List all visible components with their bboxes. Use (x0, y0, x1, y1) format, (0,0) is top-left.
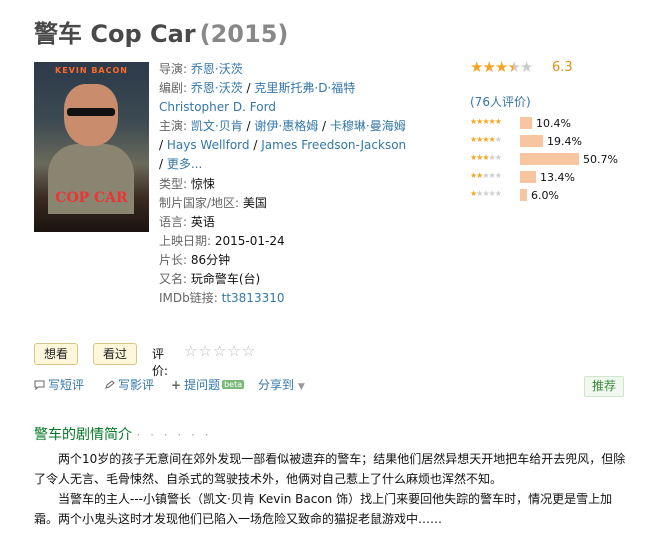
country-row: 制片国家/地区: 美国 (159, 194, 409, 213)
release-value: 2015-01-24 (214, 233, 285, 248)
release-row: 上映日期: 2015-01-24 (159, 232, 409, 251)
rating-bar (520, 117, 532, 129)
write-review-link[interactable]: 写影评 (104, 376, 154, 393)
star-icon: ★ (470, 58, 483, 76)
runtime-row: 片长: 86分钟 (159, 251, 409, 270)
chevron-down-icon: ▼ (297, 382, 305, 392)
rating-row-stars: ★★★★★ (470, 135, 502, 144)
language-value: 英语 (190, 214, 215, 229)
share-dropdown[interactable]: 分享到 ▼ (258, 376, 305, 393)
genre-row: 类型: 惊悚 (159, 175, 409, 194)
cast-link-5[interactable]: James Freedson-Jackson (261, 138, 406, 152)
star-icon: ★ (494, 58, 508, 76)
votes-link[interactable]: (76人评价) (470, 95, 531, 109)
movie-title: 警车 Cop Car (34, 20, 196, 48)
cast-more-link[interactable]: 更多... (167, 157, 202, 171)
director-row: 导演: 乔恩·沃茨 (159, 60, 409, 79)
rate-label: 评价: (152, 347, 169, 378)
rating-row-stars: ★★★★★ (470, 153, 502, 162)
cast-link-4[interactable]: Hays Wellford (167, 138, 250, 152)
writer-link-2[interactable]: 克里斯托弗·D·福特 Christopher D. Ford (159, 81, 355, 114)
recommend-button[interactable]: 推荐 (584, 376, 624, 397)
comment-icon (34, 380, 45, 390)
poster-actor-text: KEVIN BACON (55, 66, 128, 75)
rating-row: ★★★★★ 13.4% (470, 171, 640, 185)
rating-row: ★★★★★ 6.0% (470, 189, 640, 203)
imdb-link[interactable]: tt3813310 (222, 291, 285, 305)
aka-row: 又名: 玩命警车(台) (159, 270, 409, 289)
summary-title: 警车的剧情简介 (34, 427, 132, 443)
rating-stars: ★★★★★ (470, 58, 533, 76)
write-short-review-label: 写短评 (48, 378, 85, 392)
writer-label: 编剧: (159, 81, 188, 96)
poster-title-text: COP CAR (55, 190, 128, 206)
rate-stars-input[interactable]: ☆☆☆☆☆ (184, 342, 256, 360)
empty-star-icon: ★ (519, 58, 533, 76)
genre-label: 类型: (159, 176, 188, 191)
rating-percent: 6.0% (531, 189, 559, 202)
movie-poster[interactable]: KEVIN BACON COP CAR (34, 62, 149, 232)
director-label: 导演: (159, 62, 188, 76)
rating-row: ★★★★★ 50.7% (470, 153, 640, 167)
pencil-icon (105, 380, 115, 389)
want-to-watch-button[interactable]: 想看 (34, 343, 79, 365)
movie-year: (2015) (199, 20, 289, 48)
release-label: 上映日期: (159, 233, 212, 248)
rating-votes[interactable]: (76人评价) (470, 93, 531, 110)
runtime-label: 片长: (159, 252, 188, 267)
summary-paragraph-1: 两个10岁的孩子无意间在郊外发现一部看似被遗弃的警车；结果他们居然异想天开地把车… (34, 452, 626, 486)
rating-percent: 19.4% (547, 135, 582, 148)
rating-row: ★★★★★ 19.4% (470, 135, 640, 149)
language-label: 语言: (159, 214, 188, 229)
rating-row-stars: ★★★★★ (470, 189, 502, 198)
country-label: 制片国家/地区: (159, 195, 240, 210)
plus-icon: + (171, 378, 182, 392)
half-star-icon: ★ (507, 58, 520, 76)
summary-paragraph-2: 当警车的主人---小镇警长（凯文·贝肯 Kevin Bacon 饰）找上门来要回… (34, 492, 613, 526)
share-label: 分享到 (258, 378, 295, 392)
page-title: 警车 Cop Car (2015) (34, 14, 288, 49)
cast-link-3[interactable]: 卡穆琳·曼海姆 (330, 119, 406, 133)
rating-bar (520, 153, 579, 165)
imdb-label: IMDb链接: (159, 291, 218, 306)
language-row: 语言: 英语 (159, 213, 409, 232)
rating-percent: 50.7% (583, 153, 618, 166)
write-review-label: 写影评 (118, 378, 155, 392)
ask-question-link[interactable]: + 提问题 beta (171, 376, 245, 393)
cast-row: 主演: 凯文·贝肯 / 谢伊·惠格姆 / 卡穆琳·曼海姆 / Hays Well… (159, 119, 407, 172)
cast-link-1[interactable]: 凯文·贝肯 (191, 119, 243, 133)
rating-bar (520, 171, 536, 183)
writer-link-1[interactable]: 乔恩·沃茨 (191, 81, 243, 95)
cast-link-2[interactable]: 谢伊·惠格姆 (254, 119, 318, 133)
summary-heading: 警车的剧情简介 · · · · · · (34, 424, 211, 444)
rating-row: ★★★★★ 10.4% (470, 117, 640, 131)
aka-value: 玩命警车(台) (190, 272, 261, 287)
poster-figure-glasses (67, 108, 115, 116)
genre-value: 惊悚 (190, 176, 215, 191)
rating-row-stars: ★★★★★ (470, 171, 502, 180)
rating-bar (520, 135, 543, 147)
rating-bar (520, 189, 527, 201)
star-icon: ★ (482, 58, 495, 76)
summary-text: 两个10岁的孩子无意间在郊外发现一部看似被遗弃的警车；结果他们居然异想天开地把车… (34, 449, 630, 529)
director-link[interactable]: 乔恩·沃茨 (191, 62, 243, 76)
summary-dots: · · · · · · (136, 428, 212, 442)
cast-label: 主演: (159, 119, 188, 134)
runtime-value: 86分钟 (190, 252, 231, 267)
watched-button[interactable]: 看过 (93, 343, 138, 365)
country-value: 美国 (242, 195, 267, 210)
aka-label: 又名: (159, 272, 188, 287)
imdb-row: IMDb链接: tt3813310 (159, 289, 409, 308)
writer-row: 编剧: 乔恩·沃茨 / 克里斯托弗·D·福特 Christopher D. Fo… (159, 81, 356, 115)
write-short-review-link[interactable]: 写短评 (34, 376, 84, 393)
rating-row-stars: ★★★★★ (470, 117, 502, 126)
movie-info: 导演: 乔恩·沃茨 编剧: 乔恩·沃茨 / 克里斯托弗·D·福特 Christo… (159, 60, 409, 308)
rating-percent: 13.4% (540, 171, 575, 184)
beta-badge: beta (222, 380, 245, 389)
rating-percent: 10.4% (536, 117, 571, 130)
rating-score: 6.3 (552, 60, 573, 75)
ask-question-label: 提问题 (184, 378, 221, 392)
